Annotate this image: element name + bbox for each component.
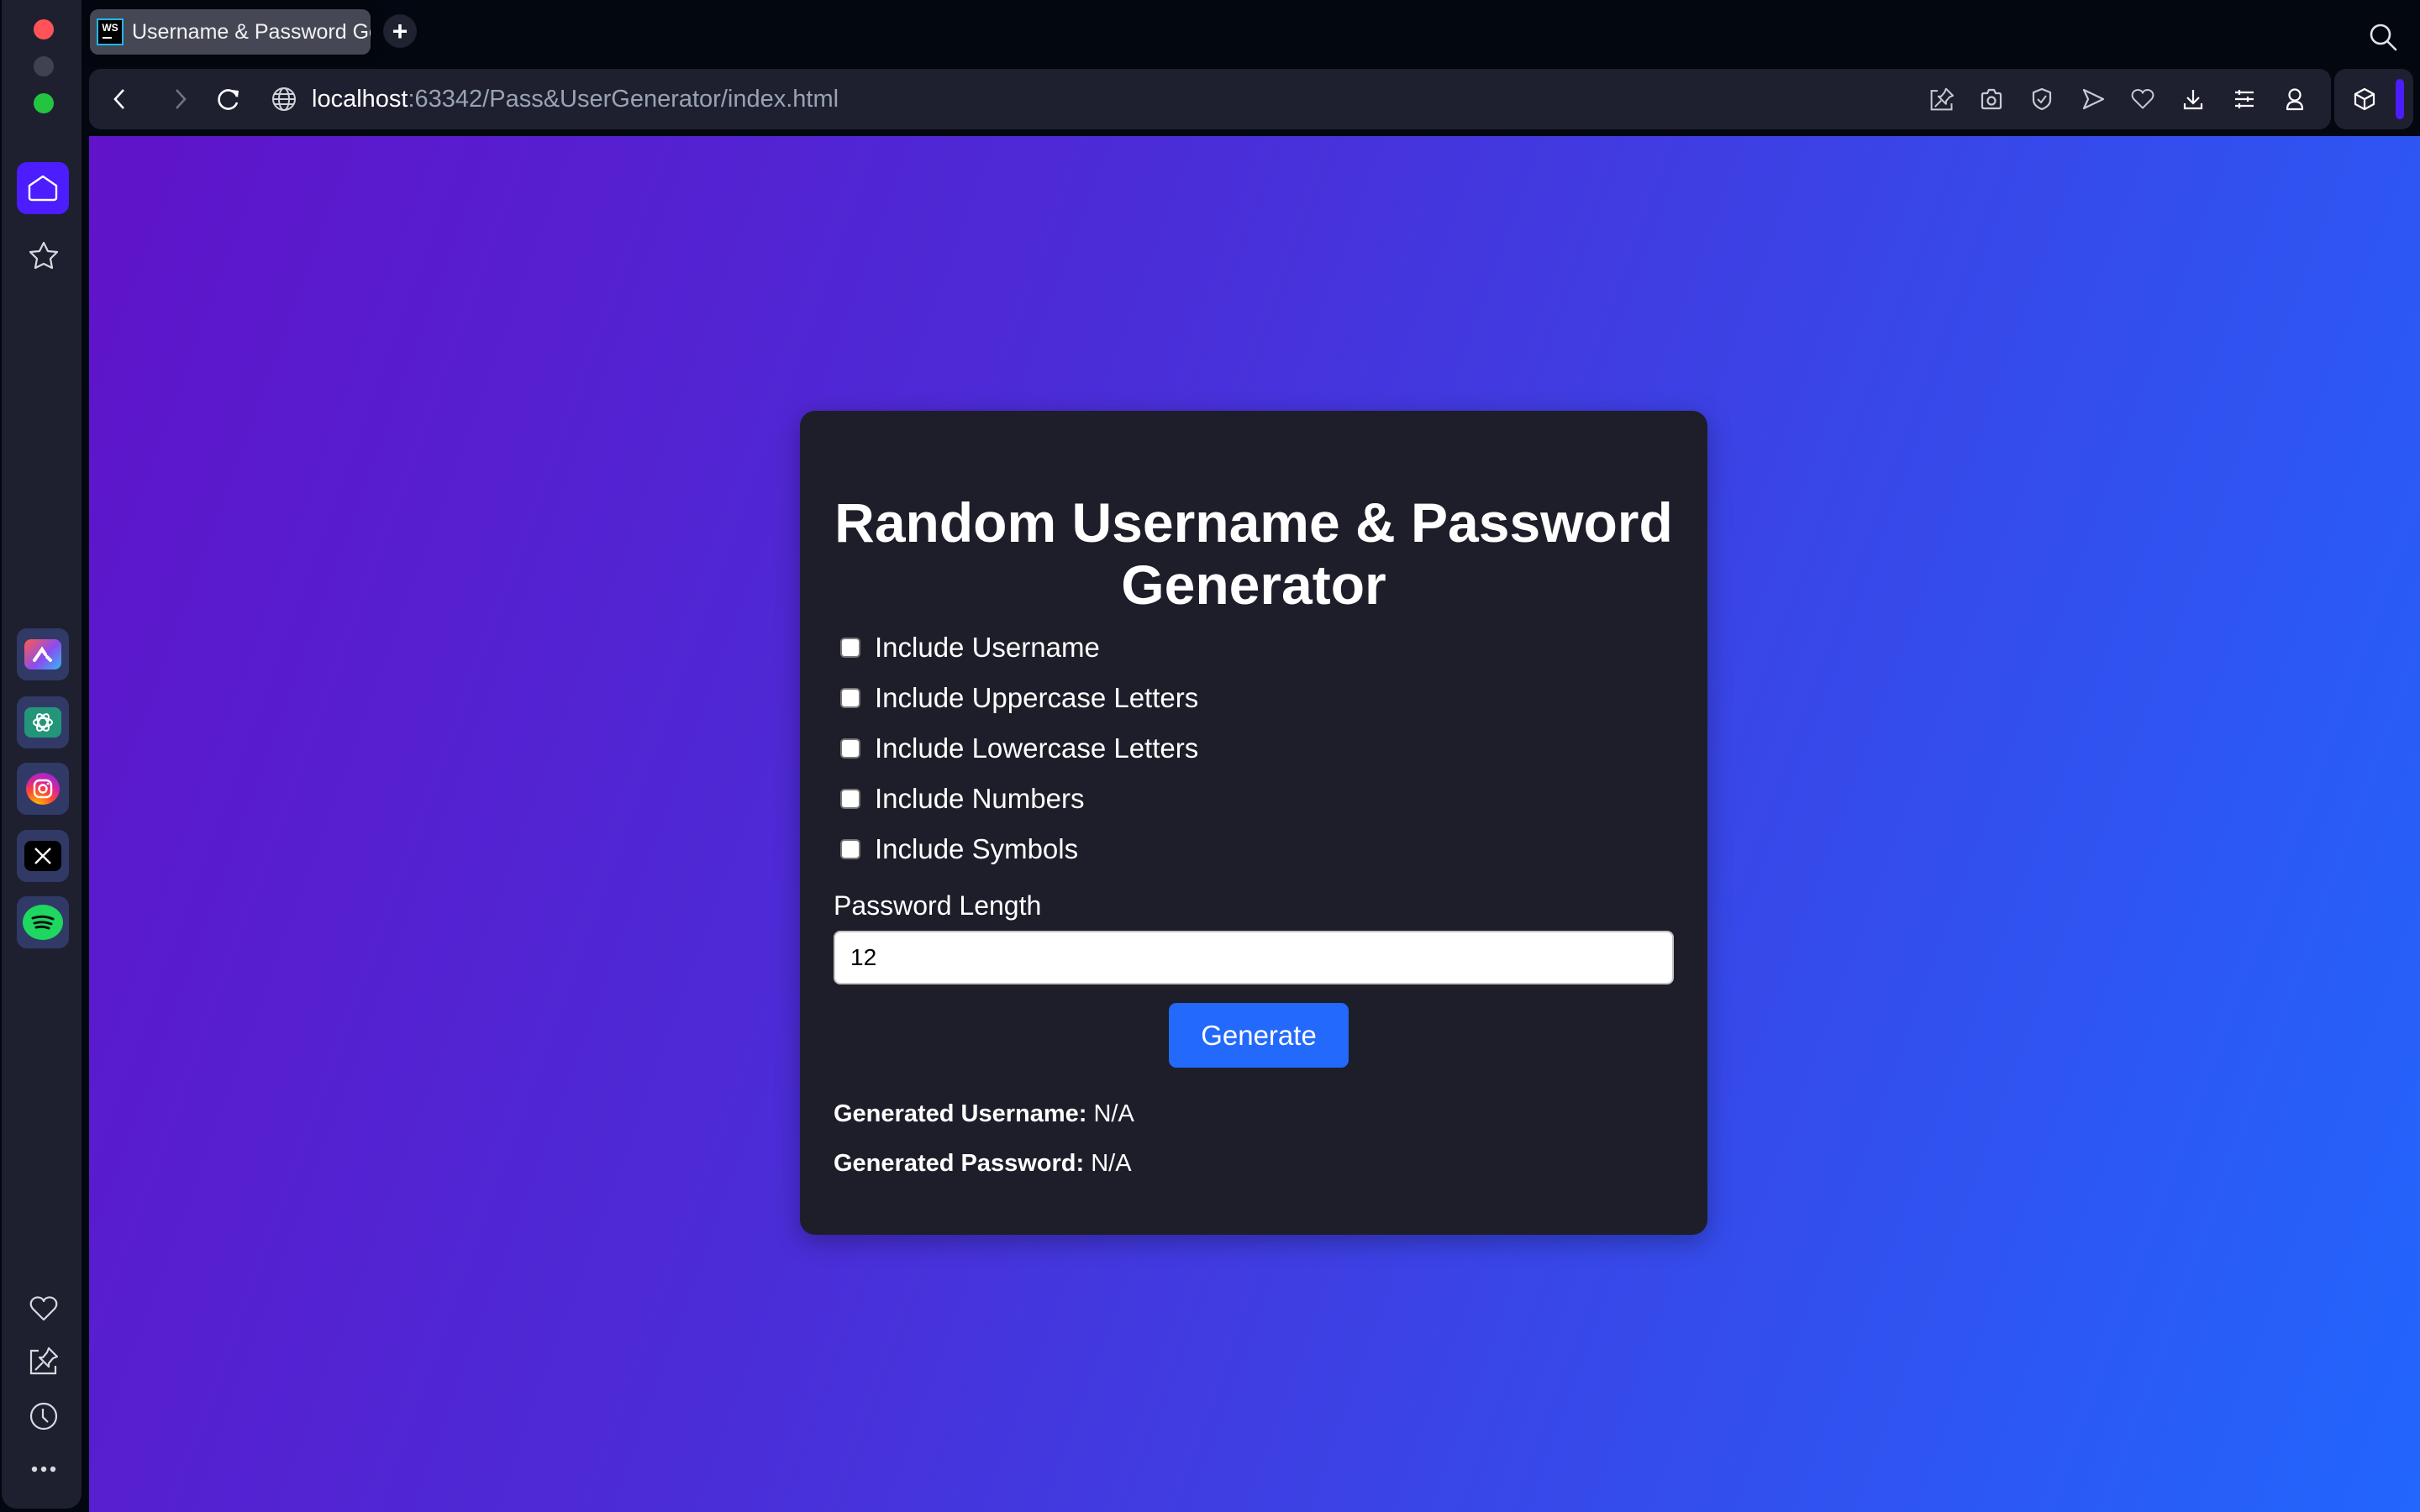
sidebar-pinboard-button[interactable] [27,1344,60,1378]
new-tab-button[interactable]: + [383,14,417,48]
checkbox-include-username[interactable] [840,638,860,658]
profile-icon [2286,88,2304,111]
option-label: Include Uppercase Letters [875,682,1199,713]
option-include-username[interactable]: Include Username [840,631,1100,664]
sidebar-app-instagram[interactable] [17,763,69,815]
send-button[interactable] [2078,84,2108,114]
clock-icon [29,1402,58,1431]
generated-password-row: Generated Password: N/A [834,1150,1132,1178]
generated-password-label: Generated Password: [834,1150,1085,1177]
chatgpt-icon [24,707,61,738]
reload-icon [218,89,239,110]
back-button[interactable] [104,84,134,114]
option-label: Include Lowercase Letters [875,732,1199,764]
close-window-button[interactable] [34,19,54,39]
send-icon [2082,88,2105,110]
url-host: localhost [312,86,408,113]
tab-title: Username & Password Generator [132,19,371,44]
checkbox-include-uppercase[interactable] [840,688,860,708]
sliders-icon [2235,90,2254,108]
heart-icon [29,1296,58,1321]
profile-button[interactable] [2280,84,2310,114]
sidebar-panel-toggle[interactable] [2396,79,2404,119]
security-button[interactable] [2027,84,2057,114]
option-include-lowercase[interactable]: Include Lowercase Letters [840,732,1198,765]
page-title: Random Username & Password Generator [834,491,1673,616]
sidebar-bookmarks-button[interactable] [27,239,60,272]
pin-note-icon [29,1347,58,1375]
aria-icon [24,639,61,669]
generated-password-value: N/A [1091,1150,1132,1177]
sidebar-app-chatgpt[interactable] [17,696,69,748]
site-info-button[interactable] [269,84,299,114]
forward-button[interactable] [166,84,196,114]
generated-username-label: Generated Username: [834,1100,1087,1127]
globe-icon [272,87,296,111]
generator-card: Random Username & Password Generator Inc… [800,411,1707,1235]
sidebar-app-aria[interactable] [17,628,69,680]
generated-username-value: N/A [1093,1100,1134,1127]
checkbox-include-numbers[interactable] [840,789,860,809]
sidebar-more-button[interactable] [27,1452,60,1486]
reload-button[interactable] [213,84,244,114]
chevron-left-icon [113,89,124,109]
sidebar-app-spotify[interactable] [17,896,69,948]
address-bar[interactable]: localhost:63342/Pass&UserGenerator/index… [312,83,839,115]
generated-username-row: Generated Username: N/A [834,1100,1134,1128]
option-label: Include Numbers [875,783,1085,814]
search-icon [2370,24,2397,51]
instagram-icon [26,773,60,805]
snapshot-button[interactable] [1976,84,2007,114]
option-include-symbols[interactable]: Include Symbols [840,832,1078,866]
option-include-uppercase[interactable]: Include Uppercase Letters [840,681,1198,715]
minimize-window-button[interactable] [34,56,54,76]
generate-button[interactable]: Generate [1169,1003,1349,1068]
url-path: :63342/Pass&UserGenerator/index.html [408,86,839,113]
checkbox-include-lowercase[interactable] [840,738,860,759]
option-label: Include Symbols [875,833,1079,864]
home-icon [28,175,58,202]
browser-sidebar [2,0,82,1509]
cube-icon [2354,87,2375,111]
chevron-right-icon [176,89,187,109]
sidebar-favorites-button[interactable] [27,1292,60,1326]
download-icon [2183,90,2203,110]
spotify-icon [23,905,63,940]
x-icon [24,841,61,871]
more-dots-icon [31,1466,56,1473]
browser-toolbar: localhost:63342/Pass&UserGenerator/index… [89,69,2331,129]
maximize-window-button[interactable] [34,93,54,113]
star-icon [29,241,59,270]
heart-icon [2131,89,2154,109]
sidebar-home-button[interactable] [17,162,69,214]
option-label: Include Username [875,632,1100,663]
password-length-input[interactable]: 12 [834,931,1674,984]
sidebar-history-button[interactable] [27,1399,60,1433]
favorites-button[interactable] [2128,84,2158,114]
extensions-button[interactable] [2349,84,2380,114]
downloads-button[interactable] [2178,84,2208,114]
camera-icon [1981,88,2002,110]
browser-tab-active[interactable]: WS Username & Password Generator [90,9,371,55]
webstorm-icon: WS [97,18,124,45]
tab-search-button[interactable] [2368,22,2402,55]
password-length-label: Password Length [834,890,1042,921]
shield-check-icon [2032,87,2052,111]
sidebar-app-x[interactable] [17,830,69,882]
option-include-numbers[interactable]: Include Numbers [840,782,1084,816]
pin-note-icon [1930,87,1954,111]
web-content: Random Username & Password Generator Inc… [89,136,2420,1512]
easy-setup-button[interactable] [2229,84,2260,114]
pinboard-button[interactable] [1927,84,1957,114]
checkbox-include-symbols[interactable] [840,839,860,859]
